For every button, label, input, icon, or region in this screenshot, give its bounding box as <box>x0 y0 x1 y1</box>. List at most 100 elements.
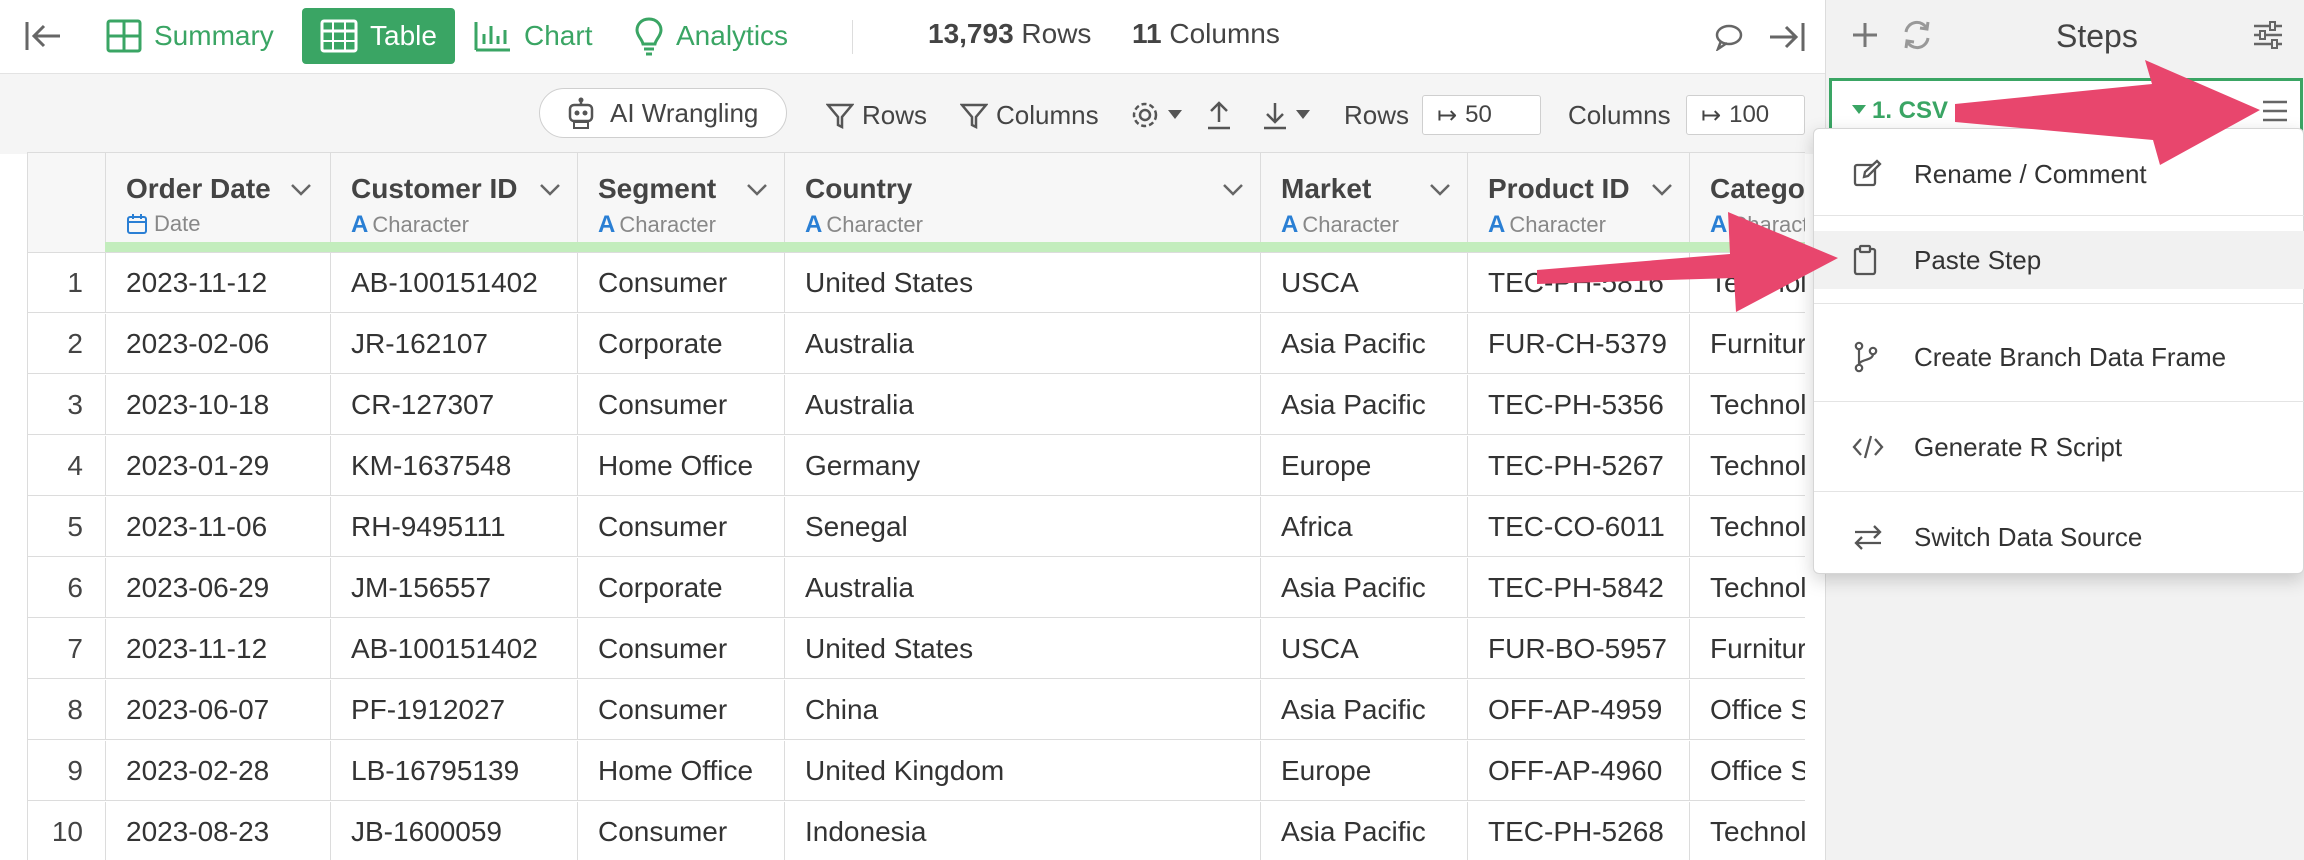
column-header-category[interactable]: Category ACharacter <box>1690 153 1805 253</box>
country-cell[interactable]: Australia <box>785 314 1261 374</box>
market-cell[interactable]: Asia Pacific <box>1261 680 1468 740</box>
category-cell[interactable]: Furniture <box>1690 619 1805 679</box>
segment-cell[interactable]: Consumer <box>578 253 785 313</box>
column-header-market[interactable]: Market A Character <box>1261 153 1468 253</box>
chevron-down-icon[interactable] <box>746 183 768 197</box>
rows-filter-button[interactable]: Rows <box>826 100 927 131</box>
country-cell[interactable]: United States <box>785 619 1261 679</box>
market-cell[interactable]: Europe <box>1261 436 1468 496</box>
sort-ascending-button[interactable] <box>1206 100 1240 130</box>
product-id-cell[interactable]: TEC-PH-5268 <box>1468 802 1690 860</box>
product-id-cell[interactable]: OFF-AP-4959 <box>1468 680 1690 740</box>
table-row[interactable]: 9 2023-02-28 LB-16795139 Home Office United … <box>28 741 1805 801</box>
customer-id-cell[interactable]: KM-1637548 <box>331 436 578 496</box>
country-cell[interactable]: Australia <box>785 558 1261 618</box>
menu-item-generate-r-script[interactable]: Generate R Script <box>1814 418 2304 476</box>
menu-item-rename-comment[interactable]: Rename / Comment <box>1814 145 2304 203</box>
market-cell[interactable]: Asia Pacific <box>1261 802 1468 860</box>
category-cell[interactable]: Technology <box>1690 436 1805 496</box>
column-header-order-date[interactable]: Order Date Date <box>106 153 331 253</box>
product-id-cell[interactable]: FUR-CH-5379 <box>1468 314 1690 374</box>
collapse-left-button[interactable] <box>24 8 76 64</box>
segment-cell[interactable]: Consumer <box>578 375 785 435</box>
customer-id-cell[interactable]: LB-16795139 <box>331 741 578 801</box>
columns-limit-input[interactable]: ↦ 100 <box>1686 95 1805 135</box>
chevron-down-icon[interactable] <box>290 183 312 197</box>
table-row[interactable]: 2 2023-02-06 JR-162107 Corporate Australia As… <box>28 314 1805 374</box>
column-header-customer-id[interactable]: Customer ID A Character <box>331 153 578 253</box>
refresh-button[interactable] <box>1900 18 1934 57</box>
chevron-down-icon[interactable] <box>1222 183 1244 197</box>
segment-cell[interactable]: Consumer <box>578 680 785 740</box>
order-date-cell[interactable]: 2023-06-07 <box>106 680 331 740</box>
country-cell[interactable]: Senegal <box>785 497 1261 557</box>
country-cell[interactable]: Indonesia <box>785 802 1261 860</box>
country-cell[interactable]: United Kingdom <box>785 741 1261 801</box>
order-date-cell[interactable]: 2023-11-06 <box>106 497 331 557</box>
market-cell[interactable]: USCA <box>1261 253 1468 313</box>
add-step-button[interactable] <box>1850 20 1880 55</box>
table-row[interactable]: 10 2023-08-23 JB-1600059 Consumer Indonesia A… <box>28 802 1805 860</box>
customer-id-cell[interactable]: PF-1912027 <box>331 680 578 740</box>
category-cell[interactable]: Furniture <box>1690 314 1805 374</box>
customer-id-cell[interactable]: JM-156557 <box>331 558 578 618</box>
table-row[interactable]: 4 2023-01-29 KM-1637548 Home Office Germany E… <box>28 436 1805 496</box>
customer-id-cell[interactable]: JB-1600059 <box>331 802 578 860</box>
column-header-product-id[interactable]: Product ID A Character <box>1468 153 1690 253</box>
menu-item-switch-data-source[interactable]: Switch Data Source <box>1814 508 2304 566</box>
tab-table[interactable]: Table <box>302 8 455 64</box>
segment-cell[interactable]: Corporate <box>578 314 785 374</box>
columns-filter-button[interactable]: Columns <box>960 100 1099 131</box>
market-cell[interactable]: Africa <box>1261 497 1468 557</box>
product-id-cell[interactable]: TEC-PH-5267 <box>1468 436 1690 496</box>
column-header-country[interactable]: Country A Character <box>785 153 1261 253</box>
chevron-down-icon[interactable] <box>1429 183 1451 197</box>
caret-down-icon[interactable] <box>1852 105 1866 115</box>
category-cell[interactable]: Office Supplies <box>1690 680 1805 740</box>
steps-settings-button[interactable] <box>2252 20 2284 55</box>
segment-cell[interactable]: Home Office <box>578 741 785 801</box>
menu-item-create-branch[interactable]: Create Branch Data Frame <box>1814 328 2304 386</box>
market-cell[interactable]: Asia Pacific <box>1261 314 1468 374</box>
rows-limit-input[interactable]: ↦ 50 <box>1422 95 1541 135</box>
order-date-cell[interactable]: 2023-11-12 <box>106 619 331 679</box>
market-cell[interactable]: Europe <box>1261 741 1468 801</box>
product-id-cell[interactable]: TEC-PH-5816 <box>1468 253 1690 313</box>
category-cell[interactable]: Technology <box>1690 253 1805 313</box>
ai-wrangling-button[interactable]: AI Wrangling <box>539 88 788 138</box>
hamburger-menu-icon[interactable] <box>2262 99 2288 123</box>
segment-cell[interactable]: Consumer <box>578 497 785 557</box>
product-id-cell[interactable]: TEC-PH-5842 <box>1468 558 1690 618</box>
collapse-right-button[interactable] <box>1766 20 1818 54</box>
customer-id-cell[interactable]: RH-9495111 <box>331 497 578 557</box>
segment-cell[interactable]: Consumer <box>578 802 785 860</box>
segment-cell[interactable]: Consumer <box>578 619 785 679</box>
country-cell[interactable]: Australia <box>785 375 1261 435</box>
order-date-cell[interactable]: 2023-11-12 <box>106 253 331 313</box>
tab-analytics[interactable]: Analytics <box>634 8 788 64</box>
column-header-segment[interactable]: Segment A Character <box>578 153 785 253</box>
chevron-down-icon[interactable] <box>539 183 561 197</box>
market-cell[interactable]: USCA <box>1261 619 1468 679</box>
segment-cell[interactable]: Corporate <box>578 558 785 618</box>
comment-button[interactable] <box>1714 20 1756 54</box>
product-id-cell[interactable]: TEC-PH-5356 <box>1468 375 1690 435</box>
segment-cell[interactable]: Home Office <box>578 436 785 496</box>
product-id-cell[interactable]: OFF-AP-4960 <box>1468 741 1690 801</box>
country-cell[interactable]: United States <box>785 253 1261 313</box>
country-cell[interactable]: Germany <box>785 436 1261 496</box>
download-menu-button[interactable] <box>1262 100 1318 130</box>
category-cell[interactable]: Technology <box>1690 802 1805 860</box>
category-cell[interactable]: Technology <box>1690 375 1805 435</box>
order-date-cell[interactable]: 2023-06-29 <box>106 558 331 618</box>
chevron-down-icon[interactable] <box>1651 183 1673 197</box>
category-cell[interactable]: Technology <box>1690 497 1805 557</box>
table-row[interactable]: 5 2023-11-06 RH-9495111 Consumer Senegal Afri… <box>28 497 1805 557</box>
table-row[interactable]: 7 2023-11-12 AB-100151402 Consumer United St… <box>28 619 1805 679</box>
category-cell[interactable]: Office Supplies <box>1690 741 1805 801</box>
settings-menu-button[interactable] <box>1130 100 1190 130</box>
market-cell[interactable]: Asia Pacific <box>1261 558 1468 618</box>
table-row[interactable]: 6 2023-06-29 JM-156557 Corporate Australia As… <box>28 558 1805 618</box>
order-date-cell[interactable]: 2023-01-29 <box>106 436 331 496</box>
customer-id-cell[interactable]: JR-162107 <box>331 314 578 374</box>
